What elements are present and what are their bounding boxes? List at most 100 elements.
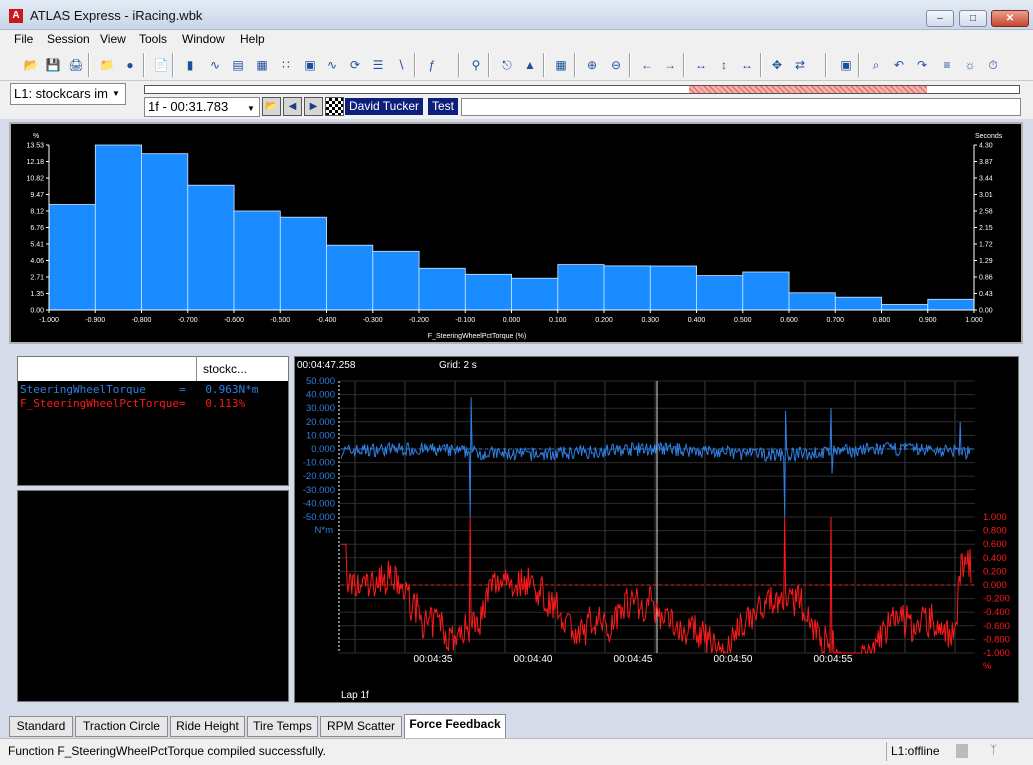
cursor-icon[interactable]: ⎋ <box>497 55 517 75</box>
time-trace-panel[interactable]: 00:04:47.258 Grid: 2 s Lap 1f 00:04:35 00:04… <box>294 356 1019 703</box>
histogram-icon[interactable]: ▤ <box>228 55 248 75</box>
vertical-splitter[interactable] <box>289 350 293 706</box>
app-icon: A <box>9 9 23 23</box>
histogram-panel[interactable]: % Seconds 0.00 1.35 2.71 4.06 5.41 6.76 8.12 9.47… <box>9 122 1023 344</box>
session-dropdown[interactable]: L1: stockcars im ▼ <box>10 83 126 105</box>
toolbar-separator <box>458 53 460 77</box>
tab-ride-height[interactable]: Ride Height <box>170 716 245 737</box>
histogram-bar <box>696 275 744 311</box>
x-tick-label: 0.800 <box>873 317 891 324</box>
y-tick-label: 10.000 <box>306 430 335 441</box>
antenna-icon[interactable]: ⚲ <box>466 55 486 75</box>
expand-icon[interactable]: ↕ <box>714 55 734 75</box>
menu-view[interactable]: View <box>100 32 126 46</box>
histogram-bar <box>464 273 512 311</box>
lap-range-highlight <box>689 86 927 93</box>
histogram-bar <box>557 264 605 311</box>
page-icon[interactable]: 📄 <box>151 55 171 75</box>
x-tick-label: -0.700 <box>178 317 198 324</box>
toolbar-separator <box>172 53 174 77</box>
x-tick-label: 0.000 <box>503 317 521 324</box>
map-icon[interactable]: ▣ <box>300 55 320 75</box>
menu-help[interactable]: Help <box>240 32 265 46</box>
next-lap-button[interactable]: ▶ <box>304 97 323 116</box>
histogram-bar <box>881 304 929 311</box>
collapse-icon[interactable]: ↔ <box>737 55 757 75</box>
x-tick-label: -0.300 <box>363 317 383 324</box>
tab-tire-temps[interactable]: Tire Temps <box>247 716 318 737</box>
save-icon[interactable]: 💾 <box>43 55 63 75</box>
toolbar-separator <box>629 53 631 77</box>
y-tick-label: 50.000 <box>306 376 335 387</box>
grid-icon[interactable]: ▦ <box>252 55 272 75</box>
y-tick-label: -40.000 <box>303 498 335 509</box>
checkered-flag-icon[interactable] <box>325 97 344 116</box>
menu-window[interactable]: Window <box>182 32 225 46</box>
zoom-out-icon[interactable]: ⊖ <box>606 55 626 75</box>
title-bar[interactable]: A ATLAS Express - iRacing.wbk – □ ✕ <box>0 0 1033 30</box>
record-icon[interactable]: ● <box>120 55 140 75</box>
sine-icon[interactable]: ∿ <box>322 55 342 75</box>
fit-icon[interactable]: ↔ <box>691 55 711 75</box>
zoom-in-icon[interactable]: ⊕ <box>582 55 602 75</box>
open-session-icon[interactable]: 📁 <box>97 55 117 75</box>
menu-session[interactable]: Session <box>47 32 90 46</box>
y2-tick-label: 0.000 <box>983 580 1007 591</box>
close-button[interactable]: ✕ <box>991 10 1029 27</box>
toolbar-separator <box>143 53 145 77</box>
y-tick-label: 9.47 <box>30 192 44 199</box>
y2-axis-unit: Seconds <box>975 133 1003 140</box>
antenna-icon: ᛉ <box>990 743 998 757</box>
timer-icon[interactable]: ⏱ <box>983 55 1003 75</box>
open-icon[interactable]: 📂 <box>21 55 41 75</box>
tab-force-feedback[interactable]: Force Feedback <box>404 714 506 738</box>
tab-standard[interactable]: Standard <box>9 716 73 737</box>
x-tick-label: 0.600 <box>780 317 798 324</box>
status-message: Function F_SteeringWheelPctTorque compil… <box>8 744 326 758</box>
line-icon[interactable]: ∖ <box>391 55 411 75</box>
print-icon[interactable]: 🖨 <box>66 55 86 75</box>
lap-time-dropdown[interactable]: 1f - 00:31.783 ▼ <box>144 97 260 117</box>
values-grid-row[interactable]: F_SteeringWheelPctTorque= 0.113% <box>20 397 245 410</box>
bars-icon[interactable]: ▮ <box>180 55 200 75</box>
redo-icon[interactable]: ↷ <box>912 55 932 75</box>
values-grid-panel[interactable]: stockc... SteeringWheelTorque = 0.963N*m… <box>17 356 289 486</box>
lap-timeline-bar[interactable] <box>144 85 1020 94</box>
lap-compare-icon[interactable]: ☰ <box>368 55 388 75</box>
values-grid-row[interactable]: SteeringWheelTorque = 0.963N*m <box>20 383 258 396</box>
x-tick-label: 0.900 <box>919 317 937 324</box>
maximize-button[interactable]: □ <box>959 10 987 27</box>
menu-file[interactable]: File <box>14 32 33 46</box>
swap-icon[interactable]: ⇄ <box>790 55 810 75</box>
toolbar: 📂 💾 🖨 📁 ● 📄 ▮ ∿ ▤ ▦ ∷ ▣ ∿ ⟳ ☰ ∖ ƒ ⚲ ⎋ ▲ ▦ ⊕ ⊖ ← → ↔ ↕ ↔ ✥ ⇄ ▣ ⌕ ↶ ↷ ≡ ☼ ⏱ <box>0 49 1033 81</box>
table-icon[interactable]: ▦ <box>551 55 571 75</box>
properties-icon[interactable]: ▣ <box>836 55 856 75</box>
values-grid-column-header[interactable]: stockc... <box>196 357 288 381</box>
light-icon[interactable]: ☼ <box>960 55 980 75</box>
previous-lap-button[interactable]: ◀ <box>283 97 302 116</box>
loop-icon[interactable]: ⟳ <box>345 55 365 75</box>
menu-tools[interactable]: Tools <box>139 32 167 46</box>
y2-tick-label: -1.000 <box>983 648 1010 659</box>
pan-left-icon[interactable]: ← <box>637 55 657 75</box>
main-window: A ATLAS Express - iRacing.wbk – □ ✕ File… <box>0 0 1033 765</box>
pan-right-icon[interactable]: → <box>660 55 680 75</box>
y2-tick-label: 3.87 <box>979 159 993 166</box>
minimize-button[interactable]: – <box>926 10 954 27</box>
waveform-icon[interactable]: ∿ <box>205 55 225 75</box>
y-tick-label: 40.000 <box>306 390 335 401</box>
histogram-bar <box>48 204 96 311</box>
tab-rpm-scatter[interactable]: RPM Scatter <box>320 716 402 737</box>
align-icon[interactable]: ≡ <box>937 55 957 75</box>
histogram-bar <box>742 271 790 311</box>
x-tick-label: -0.400 <box>317 317 337 324</box>
marker-icon[interactable]: ▲ <box>520 55 540 75</box>
empty-display-panel[interactable] <box>17 490 289 702</box>
move-icon[interactable]: ✥ <box>767 55 787 75</box>
open-lap-button[interactable]: 📂 <box>262 97 281 116</box>
scatter-icon[interactable]: ∷ <box>276 55 296 75</box>
undo-icon[interactable]: ↶ <box>889 55 909 75</box>
zoom-time-icon[interactable]: ⌕ <box>866 55 886 75</box>
tab-traction-circle[interactable]: Traction Circle <box>75 716 168 737</box>
function-icon[interactable]: ƒ <box>422 55 442 75</box>
